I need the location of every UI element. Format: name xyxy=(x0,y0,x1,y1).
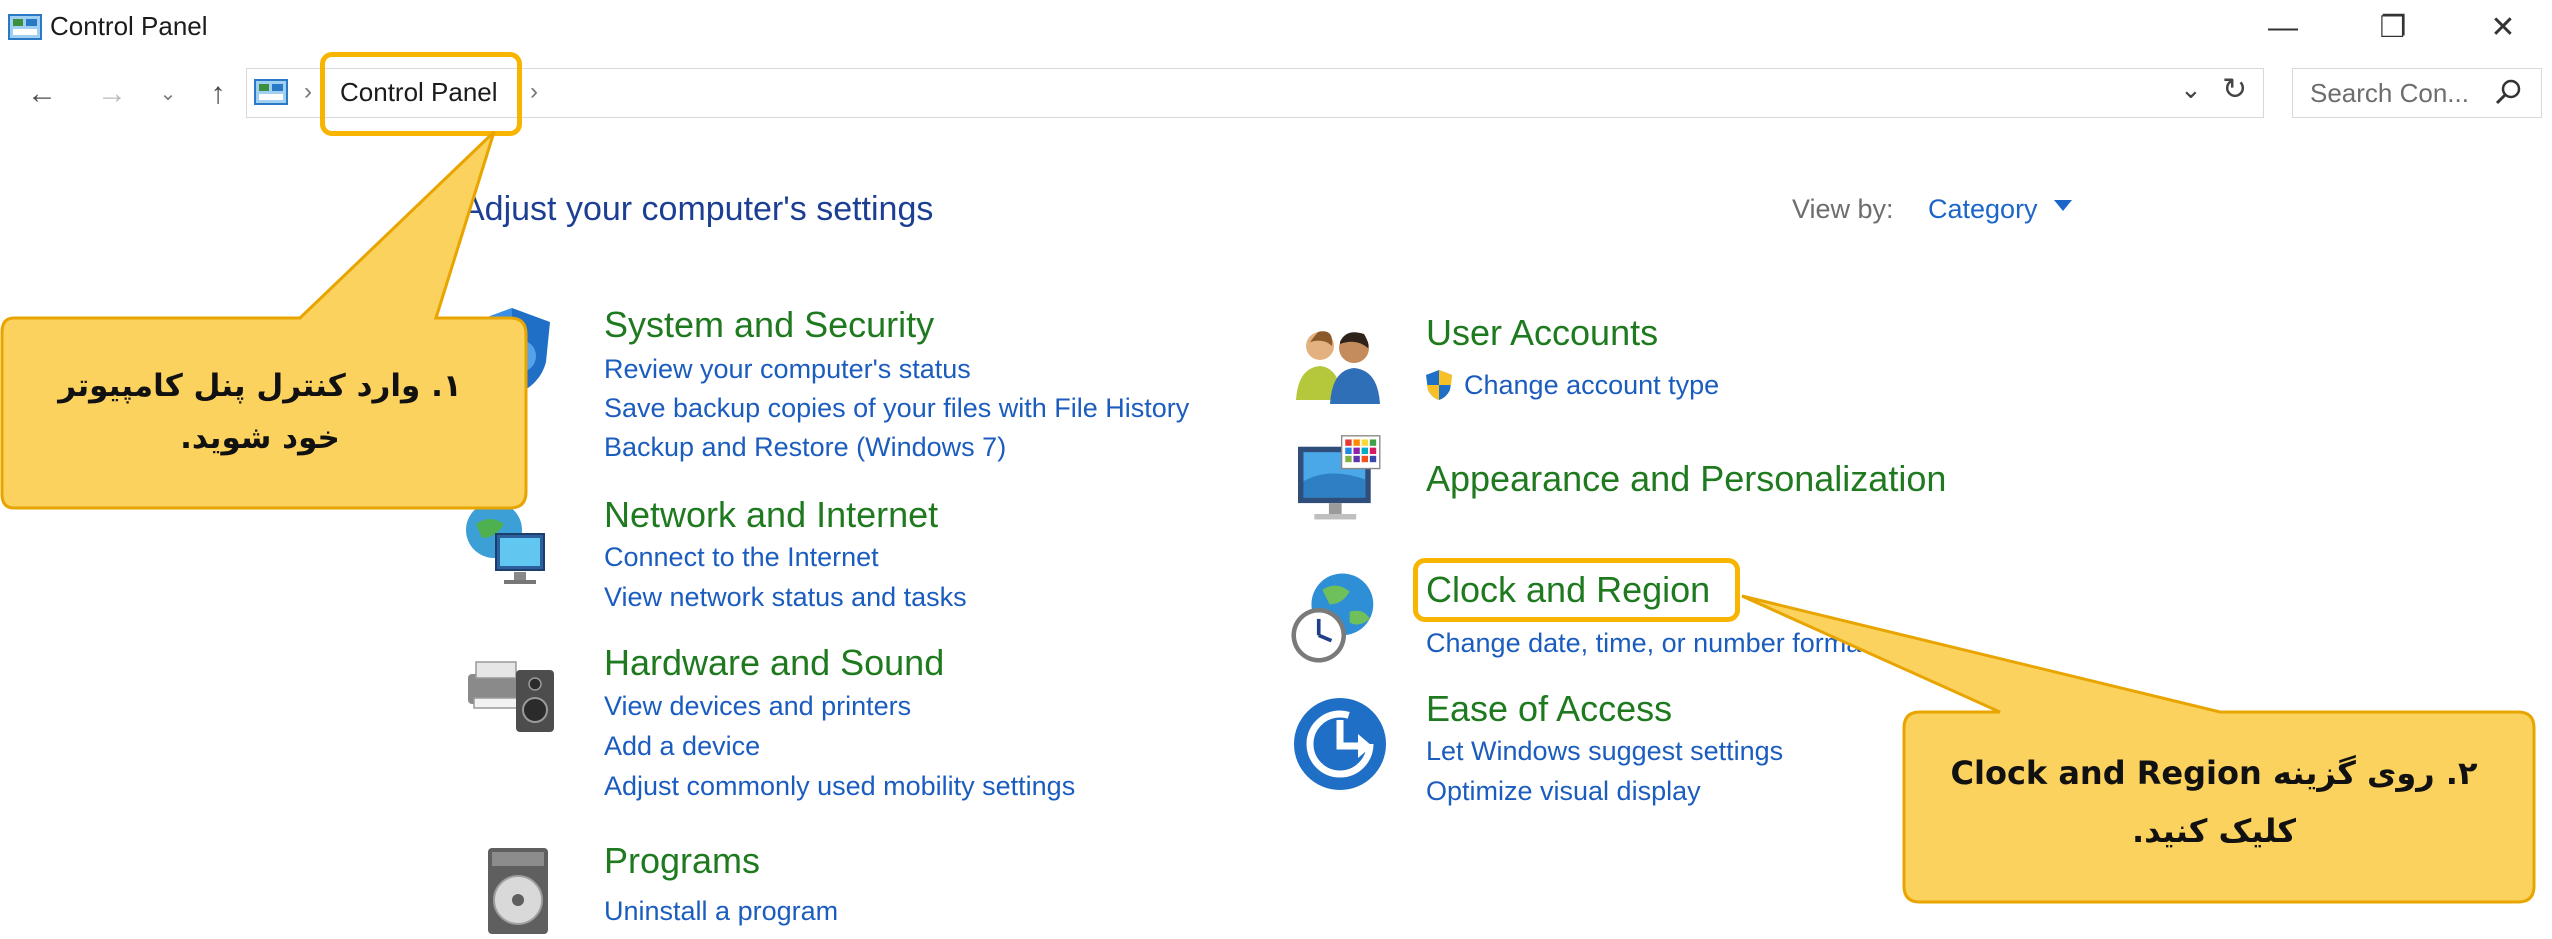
highlight-box-control-panel xyxy=(320,52,522,136)
window-title: Control Panel xyxy=(50,11,208,41)
printer-speaker-icon xyxy=(468,661,554,732)
link-backup-restore[interactable]: Backup and Restore (Windows 7) xyxy=(604,432,1006,463)
recent-locations-chevron-icon[interactable]: ⌄ xyxy=(148,70,188,118)
callout-step1-line1: ۱. وارد کنترل پنل کامپیوتر xyxy=(58,368,462,404)
link-uninstall-program[interactable]: Uninstall a program xyxy=(604,896,838,927)
forward-arrow-icon[interactable]: → xyxy=(90,70,134,118)
category-title-appearance[interactable]: Appearance and Personalization xyxy=(1426,458,1946,500)
callout-step2-line2: کلیک کنید. xyxy=(2131,812,2296,850)
refresh-icon[interactable]: ↻ xyxy=(2222,72,2247,107)
dropdown-arrow-icon[interactable] xyxy=(2054,200,2072,211)
up-arrow-icon[interactable]: ↑ xyxy=(196,70,240,118)
address-bar[interactable] xyxy=(246,68,2264,118)
link-review-status[interactable]: Review your computer's status xyxy=(604,354,971,385)
category-title-ease-of-access[interactable]: Ease of Access xyxy=(1426,688,1672,730)
minimize-button[interactable]: — xyxy=(2248,4,2318,52)
category-title-user-accounts[interactable]: User Accounts xyxy=(1426,312,1658,354)
link-change-date-time[interactable]: Change date, time, or number formats xyxy=(1426,628,1882,659)
link-connect-internet[interactable]: Connect to the Internet xyxy=(604,542,879,573)
link-devices-printers[interactable]: View devices and printers xyxy=(604,691,911,722)
callout-step2-line1: ۲. روی گزینه Clock and Region xyxy=(1950,754,2478,792)
link-file-history[interactable]: Save backup copies of your files with Fi… xyxy=(604,393,1189,424)
globe-clock-icon xyxy=(1291,573,1374,663)
link-network-status[interactable]: View network status and tasks xyxy=(604,582,967,613)
link-add-device[interactable]: Add a device xyxy=(604,731,760,762)
programs-disc-icon xyxy=(488,848,548,934)
control-panel-icon xyxy=(8,14,42,40)
users-icon xyxy=(1296,331,1380,404)
uac-shield-icon xyxy=(1426,370,1452,400)
search-icon[interactable] xyxy=(2494,78,2522,106)
link-windows-suggest[interactable]: Let Windows suggest settings xyxy=(1426,736,1783,767)
link-change-account-type[interactable]: Change account type xyxy=(1464,370,1719,401)
callout-step2-text: ۲. روی گزینه Clock and Region کلیک کنید. xyxy=(1908,744,2520,860)
address-dropdown-icon[interactable]: ⌄ xyxy=(2180,74,2202,105)
control-panel-icon xyxy=(254,79,288,105)
view-by-dropdown[interactable]: Category xyxy=(1928,194,2038,225)
category-title-hardware-sound[interactable]: Hardware and Sound xyxy=(604,642,944,684)
breadcrumb-separator-icon: › xyxy=(304,78,312,105)
close-button[interactable]: ✕ xyxy=(2468,4,2538,52)
search-placeholder[interactable]: Search Con... xyxy=(2310,78,2469,109)
monitor-palette-icon xyxy=(1298,435,1381,520)
page-title: Adjust your computer's settings xyxy=(462,190,934,228)
category-title-network-internet[interactable]: Network and Internet xyxy=(604,494,938,536)
callout-step1-text: ۱. وارد کنترل پنل کامپیوتر خود شوید. xyxy=(20,360,500,464)
category-title-system-security[interactable]: System and Security xyxy=(604,304,934,346)
breadcrumb-separator-icon[interactable]: › xyxy=(530,78,538,106)
link-optimize-display[interactable]: Optimize visual display xyxy=(1426,776,1701,807)
category-title-programs[interactable]: Programs xyxy=(604,840,760,882)
restore-button[interactable]: ❐ xyxy=(2358,4,2428,52)
back-arrow-icon[interactable]: ← xyxy=(20,70,64,118)
callout-step1-line2: خود شوید. xyxy=(180,420,340,456)
link-mobility-settings[interactable]: Adjust commonly used mobility settings xyxy=(604,771,1075,802)
network-globe-icon xyxy=(466,502,545,584)
ease-of-access-icon xyxy=(1294,698,1386,790)
view-by-label: View by: xyxy=(1792,194,1894,224)
highlight-box-clock-region xyxy=(1413,558,1740,622)
